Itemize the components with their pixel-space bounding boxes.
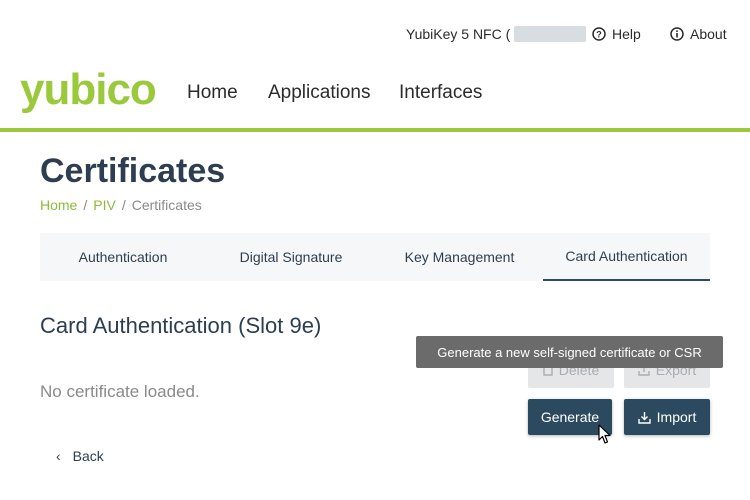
top-bar: YubiKey 5 NFC ( ? Help About xyxy=(0,0,750,68)
help-link[interactable]: ? Help xyxy=(592,26,641,42)
tab-card-authentication[interactable]: Card Authentication xyxy=(543,233,710,281)
breadcrumb-separator: / xyxy=(83,197,88,213)
redacted-serial xyxy=(514,26,587,42)
back-link[interactable]: ‹ Back xyxy=(56,448,104,464)
mouse-cursor-icon xyxy=(598,424,611,444)
breadcrumb-home[interactable]: Home xyxy=(40,197,77,213)
import-label: Import xyxy=(656,409,697,425)
download-icon xyxy=(637,411,651,424)
svg-text:?: ? xyxy=(596,30,602,40)
breadcrumb-current: Certificates xyxy=(131,197,202,213)
help-icon: ? xyxy=(592,27,606,41)
tab-key-management[interactable]: Key Management xyxy=(376,233,543,281)
generate-tooltip: Generate a new self-signed certificate o… xyxy=(416,336,723,368)
nav-applications[interactable]: Applications xyxy=(268,82,370,104)
generate-label: Generate xyxy=(540,409,600,425)
chevron-left-icon: ‹ xyxy=(56,448,61,464)
breadcrumb-piv[interactable]: PIV xyxy=(93,197,116,213)
about-link[interactable]: About xyxy=(670,26,727,42)
nav-home[interactable]: Home xyxy=(187,82,238,104)
nav-interfaces[interactable]: Interfaces xyxy=(399,82,482,104)
tab-authentication[interactable]: Authentication xyxy=(40,233,206,281)
tab-digital-signature[interactable]: Digital Signature xyxy=(206,233,376,281)
about-label: About xyxy=(690,26,727,42)
back-label: Back xyxy=(72,448,104,464)
breadcrumb: Home / PIV / Certificates xyxy=(40,197,202,213)
slot-title: Card Authentication (Slot 9e) xyxy=(40,313,322,338)
page-title: Certificates xyxy=(40,152,226,190)
certificate-status: No certificate loaded. xyxy=(40,382,200,401)
help-label: Help xyxy=(612,26,641,42)
yubico-logo[interactable]: yubico xyxy=(20,62,157,118)
info-icon xyxy=(670,27,684,41)
device-label: YubiKey 5 NFC ( xyxy=(406,26,511,42)
import-button[interactable]: Import xyxy=(624,399,710,435)
slot-tabs: Authentication Digital Signature Key Man… xyxy=(40,233,710,281)
device-indicator: YubiKey 5 NFC ( xyxy=(406,26,587,42)
header-divider xyxy=(0,128,750,132)
breadcrumb-separator: / xyxy=(121,197,126,213)
